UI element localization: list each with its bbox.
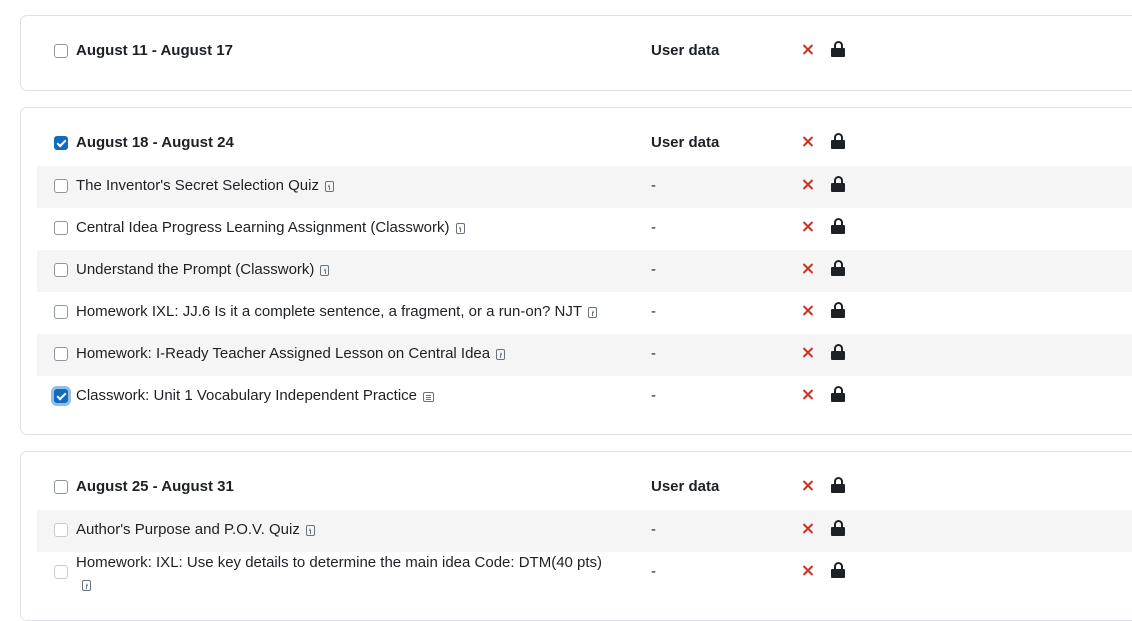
user-data-header: User data [651,42,720,59]
activity-checkbox[interactable] [54,263,68,277]
section-title: August 18 - August 24 [76,134,234,151]
delete-x-icon[interactable] [801,258,815,278]
page-icon [423,392,435,402]
section-checkbox[interactable] [54,44,68,58]
activity-row: Homework IXL: JJ.6 Is it a complete sent… [37,292,1132,334]
activity-checkbox[interactable] [54,179,68,193]
activity-row: Classwork: Unit 1 Vocabulary Independent… [37,376,1132,418]
user-data-value: - [651,261,656,278]
delete-x-icon[interactable] [801,216,815,236]
activity-label: Central Idea Progress Learning Assignmen… [76,219,465,236]
assignment-icon [305,525,315,536]
assignment-icon [455,223,465,234]
delete-x-icon[interactable] [801,475,815,495]
assignment-icon [496,349,506,360]
assignment-icon [320,265,330,276]
lock-icon[interactable] [831,218,845,236]
activity-label: Author's Purpose and P.O.V. Quiz [76,521,315,538]
activity-row: Central Idea Progress Learning Assignmen… [37,208,1132,250]
lock-icon[interactable] [831,302,845,320]
delete-x-icon[interactable] [801,384,815,404]
user-data-value: - [651,219,656,236]
lock-icon[interactable] [831,477,845,495]
activity-label: Understand the Prompt (Classwork) [76,261,330,278]
assignment-icon [82,580,91,591]
activity-row: The Inventor's Secret Selection Quiz - [37,166,1132,208]
activity-row: Homework: I-Ready Teacher Assigned Lesso… [37,334,1132,376]
lock-icon[interactable] [831,41,845,59]
section-card-3: August 25 - August 31 User data Author's… [20,451,1132,621]
delete-x-icon[interactable] [801,518,815,538]
delete-x-icon[interactable] [801,39,815,59]
section-checkbox[interactable] [54,136,68,150]
lock-icon[interactable] [831,176,845,194]
delete-x-icon[interactable] [801,174,815,194]
user-data-value: - [651,177,656,194]
activity-checkbox[interactable] [54,347,68,361]
activity-checkbox[interactable] [54,565,68,579]
user-data-value: - [651,521,656,538]
activity-label: Classwork: Unit 1 Vocabulary Independent… [76,387,435,404]
activity-checkbox[interactable] [54,305,68,319]
user-data-value: - [651,345,656,362]
section-card-1: August 11 - August 17 User data [20,15,1132,91]
activity-checkbox[interactable] [54,523,68,537]
assignment-icon [324,181,334,192]
user-data-value: - [651,387,656,404]
lock-icon[interactable] [831,386,845,404]
delete-x-icon[interactable] [801,560,815,580]
section-title: August 25 - August 31 [76,478,234,495]
lock-icon[interactable] [831,133,845,151]
section-header-row: August 25 - August 31 User data [37,467,1132,509]
activity-checkbox[interactable] [54,389,68,403]
section-header-row: August 18 - August 24 User data [37,123,1132,165]
section-checkbox[interactable] [54,480,68,494]
lock-icon[interactable] [831,260,845,278]
activity-label: Homework: IXL: Use key details to determ… [76,552,636,596]
delete-x-icon[interactable] [801,342,815,362]
user-data-header: User data [651,134,720,151]
lock-icon[interactable] [831,344,845,362]
section-title: August 11 - August 17 [76,42,233,59]
section-card-2: August 18 - August 24 User data The Inve… [20,107,1132,435]
user-data-header: User data [651,478,720,495]
activity-checkbox[interactable] [54,221,68,235]
user-data-value: - [651,303,656,320]
delete-x-icon[interactable] [801,131,815,151]
section-header-row: August 11 - August 17 User data [37,31,1132,73]
delete-x-icon[interactable] [801,300,815,320]
activity-row: Homework: IXL: Use key details to determ… [37,552,1132,612]
activity-row: Author's Purpose and P.O.V. Quiz - [37,510,1132,552]
activity-label: Homework: I-Ready Teacher Assigned Lesso… [76,345,506,362]
activity-label: The Inventor's Secret Selection Quiz [76,177,334,194]
user-data-value: - [651,563,656,580]
assignment-icon [588,307,598,318]
lock-icon[interactable] [831,520,845,538]
activity-row: Understand the Prompt (Classwork) - [37,250,1132,292]
activity-label: Homework IXL: JJ.6 Is it a complete sent… [76,303,598,320]
lock-icon[interactable] [831,562,845,580]
